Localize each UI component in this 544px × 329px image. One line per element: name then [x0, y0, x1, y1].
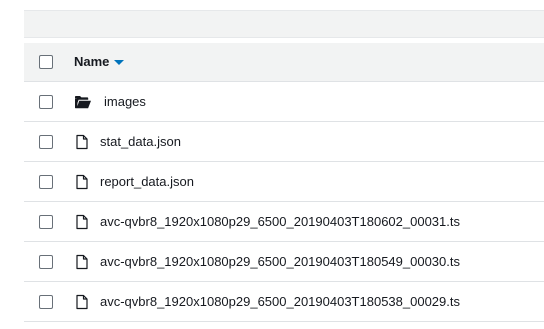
row-checkbox[interactable] — [39, 94, 53, 109]
object-name-cell[interactable]: images — [74, 82, 146, 121]
name-column-label: Name — [74, 54, 110, 69]
objects-table: Name images stat_data.json report_data.j… — [24, 43, 544, 322]
object-name-link[interactable]: stat_data.json — [100, 134, 181, 150]
table-row[interactable]: avc-qvbr8_1920x1080p29_6500_20190403T180… — [24, 202, 544, 242]
row-checkbox[interactable] — [39, 294, 53, 309]
s3-object-browser: Name images stat_data.json report_data.j… — [0, 0, 544, 329]
table-row[interactable]: report_data.json — [24, 162, 544, 202]
object-name-cell[interactable]: avc-qvbr8_1920x1080p29_6500_20190403T180… — [74, 202, 460, 241]
file-icon — [74, 174, 90, 190]
name-column-header[interactable]: Name — [74, 43, 125, 81]
row-checkbox[interactable] — [39, 134, 53, 149]
table-row[interactable]: images — [24, 82, 544, 122]
object-name-cell[interactable]: avc-qvbr8_1920x1080p29_6500_20190403T180… — [74, 282, 460, 321]
toolbar-strip — [24, 10, 544, 38]
select-all-checkbox[interactable] — [39, 55, 53, 69]
file-icon — [74, 134, 90, 150]
object-name-link[interactable]: avc-qvbr8_1920x1080p29_6500_20190403T180… — [100, 214, 460, 230]
object-name-link[interactable]: images — [104, 94, 146, 110]
table-row[interactable]: stat_data.json — [24, 122, 544, 162]
object-name-link[interactable]: avc-qvbr8_1920x1080p29_6500_20190403T180… — [100, 294, 460, 310]
table-row[interactable]: avc-qvbr8_1920x1080p29_6500_20190403T180… — [24, 282, 544, 322]
file-icon — [74, 294, 90, 310]
folder-icon — [74, 94, 91, 110]
object-name-cell[interactable]: avc-qvbr8_1920x1080p29_6500_20190403T180… — [74, 242, 460, 281]
object-name-cell[interactable]: stat_data.json — [74, 122, 181, 161]
table-row[interactable]: avc-qvbr8_1920x1080p29_6500_20190403T180… — [24, 242, 544, 282]
file-icon — [74, 254, 90, 270]
row-checkbox[interactable] — [39, 174, 53, 189]
object-name-link[interactable]: report_data.json — [100, 174, 194, 190]
row-checkbox[interactable] — [39, 214, 53, 229]
sort-descending-icon[interactable] — [114, 60, 125, 65]
table-header-row: Name — [24, 43, 544, 82]
object-name-cell[interactable]: report_data.json — [74, 162, 194, 201]
row-checkbox[interactable] — [39, 254, 53, 269]
object-name-link[interactable]: avc-qvbr8_1920x1080p29_6500_20190403T180… — [100, 254, 460, 270]
file-icon — [74, 214, 90, 230]
